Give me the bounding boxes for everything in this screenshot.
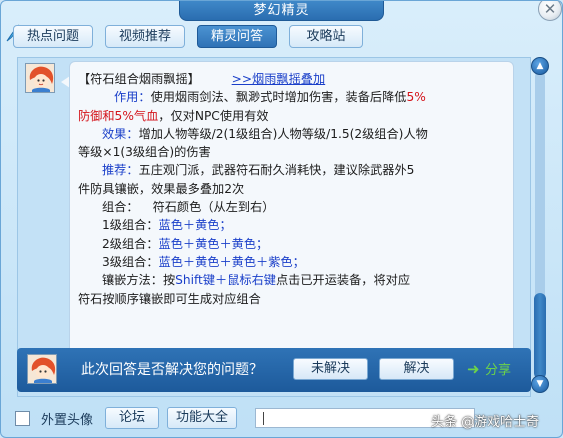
recommend-text-a: 五庄观门派，武器符石耐久消耗快，建议除武器外5 [138, 163, 415, 178]
external-avatar-checkbox[interactable] [15, 411, 30, 426]
result-label: 效果： [102, 126, 139, 141]
text-caret [263, 412, 264, 425]
arrow-up-icon: ▲ [536, 61, 544, 71]
effect-text: 使用烟雨剑法、飘渺式时增加伤害，装备后降低 [150, 90, 407, 105]
sprite-avatar [25, 63, 55, 93]
level3-value: 蓝色＋黄色＋黄色＋紫色； [158, 254, 305, 269]
level1-label: 1级组合： [102, 218, 159, 233]
tab-sprite-qa[interactable]: 精灵问答 [197, 25, 277, 48]
close-button[interactable]: ✕ [538, 0, 562, 21]
resolved-button[interactable]: 解决 [379, 358, 454, 380]
level2-value: 蓝色＋黄色＋黄色； [158, 236, 269, 251]
recommend-label: 推荐： [102, 163, 139, 178]
feedback-avatar [27, 354, 57, 384]
result-text-a: 增加人物等级/2(1级组合)人物等级/1.5(2级组合)人物 [138, 126, 428, 141]
share-arrow-icon: ➜ [467, 360, 480, 378]
external-avatar-label: 外置头像 [41, 413, 94, 428]
recommend-text-b: 件防具镶嵌，效果最多叠加2次 [78, 181, 245, 196]
effect-red-a: 5% [406, 90, 426, 105]
answer-bubble: 【符石组合烟雨飘摇】 >>烟雨飘摇叠加 作用：使用烟雨剑法、飘渺式时增加伤害，装… [69, 61, 514, 361]
close-icon: ✕ [543, 0, 557, 18]
scroll-down-button[interactable]: ▼ [531, 375, 549, 393]
watermark: 头条 @游戏哈士奇 [431, 415, 540, 430]
level1-value: 蓝色＋黄色； [158, 218, 232, 233]
arrow-down-icon: ▼ [536, 379, 544, 389]
title-bar: 梦幻精灵 ✕ [1, 0, 562, 23]
combo-order: 符石颜色（从左到右） [152, 200, 275, 215]
method-text-a: 按 [162, 273, 176, 288]
combo-label: 组合： [102, 200, 139, 215]
scroll-up-button[interactable]: ▲ [531, 57, 549, 75]
tab-guide-site[interactable]: 攻略站 [289, 25, 363, 48]
share-button[interactable]: ➜ 分享 [467, 358, 527, 380]
result-text-b: 等级×1(3级组合)的伤害 [78, 145, 211, 160]
answer-header: 【符石组合烟雨飘摇】 [78, 72, 200, 86]
feedback-bar: 此次回答是否解决您的问题？ 未解决 解决 ➜ 分享 [17, 348, 531, 392]
level3-label: 3级组合： [102, 254, 159, 269]
method-text-b: 点击已开运装备，将对应 [275, 273, 411, 288]
method-label: 镶嵌方法： [102, 273, 163, 288]
assistant-window: 梦幻精灵 ✕ 热点问题 视频推荐 精灵问答 攻略站 【符石组合烟雨飘摇】 >>烟… [0, 0, 563, 438]
feedback-question: 此次回答是否解决您的问题？ [81, 362, 263, 378]
features-button[interactable]: 功能大全 [167, 407, 237, 429]
effect-text-b: ，仅对NPC使用有效 [158, 108, 269, 123]
bottom-bar: 外置头像 论坛 功能大全 头条 @游戏哈士奇 [1, 399, 562, 437]
share-label: 分享 [485, 363, 512, 378]
effect-label: 作用： [114, 90, 151, 105]
scrollbar[interactable]: ▲ ▼ [531, 57, 549, 393]
method-text-c: 符石按顺序镶嵌即可生成对应组合 [78, 291, 261, 306]
tab-bar: 热点问题 视频推荐 精灵问答 攻略站 [13, 25, 553, 49]
window-title: 梦幻精灵 [179, 1, 384, 21]
effect-red-b: 防御和5%气血 [78, 108, 159, 123]
tab-hot-questions[interactable]: 热点问题 [13, 25, 93, 48]
scrollbar-thumb[interactable] [534, 293, 546, 379]
forum-button[interactable]: 论坛 [105, 407, 159, 429]
method-key: Shift键＋鼠标右键 [175, 273, 276, 288]
unresolved-button[interactable]: 未解决 [293, 358, 368, 380]
answer-link[interactable]: >>烟雨飘摇叠加 [232, 72, 326, 86]
tab-video-recommend[interactable]: 视频推荐 [105, 25, 185, 48]
level2-label: 2级组合： [102, 236, 159, 251]
